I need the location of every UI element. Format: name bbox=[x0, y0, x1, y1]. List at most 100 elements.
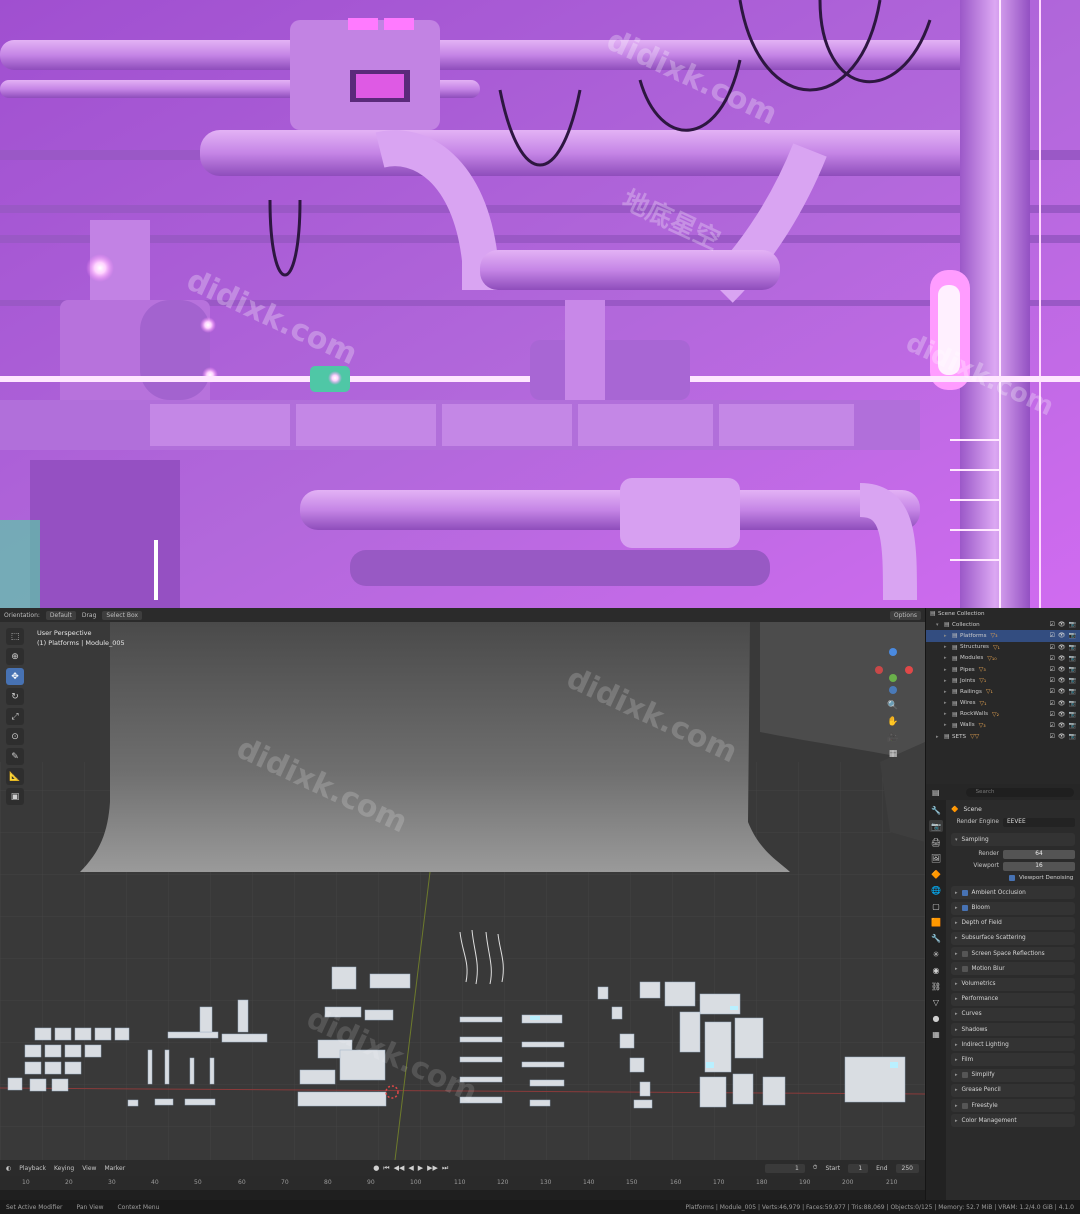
visibility-toggles[interactable]: ☑ 👁 📷 bbox=[1050, 733, 1077, 740]
expand-chevron-icon[interactable]: ▾ bbox=[936, 622, 944, 628]
pan-hand-icon[interactable]: ✋ bbox=[887, 715, 898, 727]
timeline-menu-marker[interactable]: Marker bbox=[104, 1165, 125, 1172]
zoom-icon[interactable]: 🔍 bbox=[887, 699, 898, 711]
tool-tab-icon[interactable]: 🔧 bbox=[929, 804, 943, 816]
visibility-toggles[interactable]: ☑ 👁 📷 bbox=[1050, 666, 1077, 673]
clock-icon[interactable]: ⏱ bbox=[813, 1164, 818, 1172]
timeline-menu-view[interactable]: View bbox=[82, 1165, 96, 1172]
play-icon[interactable]: ▶ bbox=[418, 1164, 423, 1173]
outliner-row[interactable]: ▾ ▤ Collection ☑ 👁 📷 bbox=[926, 619, 1080, 630]
visibility-toggles[interactable]: ☑ 👁 📷 bbox=[1050, 655, 1077, 662]
expand-chevron-icon[interactable]: ▸ bbox=[944, 722, 952, 728]
visibility-toggles[interactable]: ☑ 👁 📷 bbox=[1050, 722, 1077, 729]
view-layer-tab-icon[interactable]: 🖼 bbox=[929, 852, 943, 864]
y-axis-icon[interactable] bbox=[889, 674, 897, 682]
visibility-toggles[interactable]: ☑ 👁 📷 bbox=[1050, 700, 1077, 707]
rock-wall-mesh[interactable] bbox=[80, 622, 790, 872]
depth-of-field-panel[interactable]: ▸ Depth of Field bbox=[951, 916, 1075, 930]
grease-pencil-panel[interactable]: ▸ Grease Pencil bbox=[951, 1083, 1075, 1097]
particles-tab-icon[interactable]: ✳ bbox=[929, 948, 943, 960]
rotate-tool[interactable]: ↻ bbox=[6, 688, 24, 705]
color-management-panel[interactable]: ▸ Color Management bbox=[951, 1114, 1075, 1128]
timeline-menu-keying[interactable]: Keying bbox=[54, 1165, 74, 1172]
timeline-ruler[interactable]: 10 20 30 40 50 60 70 80 90 100 110 120 1… bbox=[0, 1176, 925, 1190]
camera-icon[interactable]: 🎥 bbox=[887, 731, 898, 743]
collection-tab-icon[interactable]: ▢ bbox=[929, 900, 943, 912]
end-frame-field[interactable]: 250 bbox=[895, 1163, 919, 1173]
bloom-panel[interactable]: ▸ Bloom bbox=[951, 901, 1075, 915]
checkbox-icon[interactable] bbox=[961, 905, 968, 912]
prev-keyframe-icon[interactable]: ◀◀ bbox=[394, 1164, 405, 1173]
outliner-panel[interactable]: ▤ Scene Collection ▾ ▤ Collection ☑ 👁 📷 ▸ … bbox=[925, 608, 1080, 784]
motion-blur-panel[interactable]: ▸ Motion Blur bbox=[951, 962, 1075, 976]
outliner-row[interactable]: ▸ ▤ Railings ▽₁ ☑ 👁 📷 bbox=[926, 686, 1080, 697]
current-frame-field[interactable]: 1 bbox=[764, 1163, 805, 1173]
play-reverse-icon[interactable]: ◀ bbox=[408, 1164, 413, 1173]
measure-tool[interactable]: 📐 bbox=[6, 768, 24, 785]
indirect-lighting-panel[interactable]: ▸ Indirect Lighting bbox=[951, 1038, 1075, 1052]
next-keyframe-icon[interactable]: ▶▶ bbox=[427, 1164, 438, 1173]
performance-panel[interactable]: ▸ Performance bbox=[951, 992, 1075, 1006]
outliner-row[interactable]: ▸ ▤ Modules ▽₁₀ ☑ 👁 📷 bbox=[926, 653, 1080, 664]
output-tab-icon[interactable]: 🖨 bbox=[929, 836, 943, 848]
3d-viewport[interactable]: Orientation: Default Drag Select Box Opt… bbox=[0, 608, 925, 1160]
grid-icon[interactable]: ▦ bbox=[889, 749, 898, 758]
outliner-row[interactable]: ▸ ▤ RockWalls ▽₂ ☑ 👁 📷 bbox=[926, 709, 1080, 720]
texture-tab-icon[interactable]: ▦ bbox=[929, 1028, 943, 1040]
physics-tab-icon[interactable]: ◉ bbox=[929, 964, 943, 976]
jump-end-icon[interactable]: ⏭ bbox=[442, 1164, 448, 1173]
visibility-toggles[interactable]: ☑ 👁 📷 bbox=[1050, 677, 1077, 684]
transform-tool[interactable]: ⊙ bbox=[6, 728, 24, 745]
object-tab-icon[interactable]: 🟧 bbox=[929, 916, 943, 928]
outliner-row[interactable]: ▸ ▤ SETS ▽▽ ☑ 👁 📷 bbox=[926, 731, 1080, 742]
move-tool[interactable]: ✥ bbox=[6, 668, 24, 685]
visibility-toggles[interactable]: ☑ 👁 📷 bbox=[1050, 644, 1077, 651]
expand-chevron-icon[interactable]: ▸ bbox=[944, 711, 952, 717]
record-icon[interactable]: ● bbox=[373, 1164, 379, 1173]
scale-tool[interactable]: ⤢ bbox=[6, 708, 24, 725]
material-tab-icon[interactable]: ● bbox=[929, 1012, 943, 1024]
visibility-toggles[interactable]: ☑ 👁 📷 bbox=[1050, 711, 1077, 718]
simplify-panel[interactable]: ▸ Simplify bbox=[951, 1068, 1075, 1082]
expand-chevron-icon[interactable]: ▸ bbox=[936, 734, 944, 740]
cursor-tool[interactable]: ⊕ bbox=[6, 648, 24, 665]
viewport-samples-field[interactable]: 16 bbox=[1003, 861, 1075, 871]
curves-panel[interactable]: ▸ Curves bbox=[951, 1007, 1075, 1021]
outliner-row[interactable]: ▸ ▤ Walls ▽₃ ☑ 👁 📷 bbox=[926, 720, 1080, 731]
data-tab-icon[interactable]: ▽ bbox=[929, 996, 943, 1008]
neg-x-axis-icon[interactable] bbox=[875, 666, 883, 674]
outliner-scene-collection[interactable]: ▤ Scene Collection bbox=[926, 608, 1080, 619]
expand-chevron-icon[interactable]: ▸ bbox=[944, 700, 952, 706]
outliner-row[interactable]: ▸ ▤ Pipes ▽₃ ☑ 👁 📷 bbox=[926, 664, 1080, 675]
sampling-panel-header[interactable]: ▾ Sampling bbox=[951, 833, 1075, 846]
checkbox-icon[interactable] bbox=[961, 889, 968, 896]
add-cube-tool[interactable]: ▣ bbox=[6, 788, 24, 805]
outliner-row[interactable]: ▸ ▤ Joints ▽₁ ☑ 👁 📷 bbox=[926, 675, 1080, 686]
options-dropdown[interactable]: Options bbox=[889, 610, 921, 620]
timeline-track-area[interactable] bbox=[0, 1190, 925, 1200]
z-axis-icon[interactable] bbox=[889, 648, 897, 656]
scene-tab-icon[interactable]: 🔶 bbox=[929, 868, 943, 880]
checkbox-icon[interactable] bbox=[961, 950, 968, 957]
world-tab-icon[interactable]: 🌐 bbox=[929, 884, 943, 896]
render-engine-dropdown[interactable]: EEVEE bbox=[1003, 817, 1075, 827]
visibility-toggles[interactable]: ☑ 👁 📷 bbox=[1050, 688, 1077, 695]
editor-type-icon[interactable]: ◐ bbox=[6, 1165, 11, 1172]
subsurface-scattering-panel[interactable]: ▸ Subsurface Scattering bbox=[951, 931, 1075, 945]
checkbox-icon[interactable] bbox=[961, 965, 968, 972]
expand-chevron-icon[interactable]: ▸ bbox=[944, 667, 952, 673]
expand-chevron-icon[interactable]: ▸ bbox=[944, 689, 952, 695]
checkbox-icon[interactable] bbox=[1009, 875, 1015, 882]
expand-chevron-icon[interactable]: ▸ bbox=[944, 655, 952, 661]
outliner-row[interactable]: ▸ ▤ Structures ▽₁ ☑ 👁 📷 bbox=[926, 642, 1080, 653]
shadows-panel[interactable]: ▸ Shadows bbox=[951, 1023, 1075, 1037]
constraints-tab-icon[interactable]: ⛓ bbox=[929, 980, 943, 992]
ambient-occlusion-panel[interactable]: ▸ Ambient Occlusion bbox=[951, 886, 1075, 900]
neg-z-axis-icon[interactable] bbox=[889, 686, 897, 694]
screen-space-reflections-panel[interactable]: ▸ Screen Space Reflections bbox=[951, 947, 1075, 961]
outliner-row[interactable]: ▸ ▤ Platforms ▽₃ ☑ 👁 📷 bbox=[926, 630, 1080, 642]
properties-panel[interactable]: ▤ Search 🔧 📷 🖨 🖼 🔶 🌐 ▢ 🟧 🔧 ✳ ◉ ⛓ ▽ ● ▦ 🔶… bbox=[925, 784, 1080, 1200]
orientation-dropdown[interactable]: Default bbox=[45, 610, 76, 620]
visibility-toggles[interactable]: ☑ 👁 📷 bbox=[1050, 632, 1077, 639]
expand-chevron-icon[interactable]: ▸ bbox=[944, 644, 952, 650]
